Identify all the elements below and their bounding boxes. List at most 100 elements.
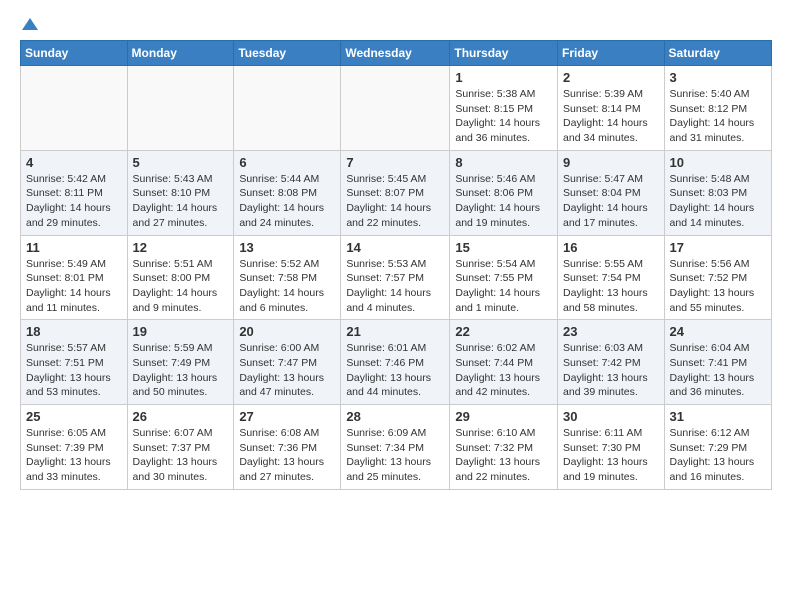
calendar-day-cell: 12Sunrise: 5:51 AMSunset: 8:00 PMDayligh… bbox=[127, 235, 234, 320]
day-info-text: Daylight: 13 hours and 19 minutes. bbox=[563, 455, 659, 484]
logo bbox=[20, 16, 38, 32]
day-info-text: Daylight: 14 hours and 6 minutes. bbox=[239, 286, 335, 315]
calendar-day-cell bbox=[21, 66, 128, 151]
day-info-text: Sunrise: 6:11 AM bbox=[563, 426, 659, 441]
day-number: 20 bbox=[239, 324, 335, 339]
day-info-text: Sunset: 8:06 PM bbox=[455, 186, 552, 201]
day-info-text: Daylight: 13 hours and 30 minutes. bbox=[133, 455, 229, 484]
calendar-day-cell: 27Sunrise: 6:08 AMSunset: 7:36 PMDayligh… bbox=[234, 405, 341, 490]
calendar-week-row: 25Sunrise: 6:05 AMSunset: 7:39 PMDayligh… bbox=[21, 405, 772, 490]
day-info-text: Sunrise: 6:04 AM bbox=[670, 341, 766, 356]
day-info-text: Daylight: 13 hours and 25 minutes. bbox=[346, 455, 444, 484]
day-info-text: Daylight: 14 hours and 24 minutes. bbox=[239, 201, 335, 230]
calendar-week-row: 4Sunrise: 5:42 AMSunset: 8:11 PMDaylight… bbox=[21, 150, 772, 235]
day-number: 22 bbox=[455, 324, 552, 339]
day-info-text: Sunrise: 6:00 AM bbox=[239, 341, 335, 356]
calendar-day-cell: 26Sunrise: 6:07 AMSunset: 7:37 PMDayligh… bbox=[127, 405, 234, 490]
day-info-text: Sunrise: 5:54 AM bbox=[455, 257, 552, 272]
day-info-text: Daylight: 13 hours and 55 minutes. bbox=[670, 286, 766, 315]
day-info-text: Daylight: 14 hours and 36 minutes. bbox=[455, 116, 552, 145]
day-info-text: Sunrise: 5:55 AM bbox=[563, 257, 659, 272]
calendar-day-cell: 21Sunrise: 6:01 AMSunset: 7:46 PMDayligh… bbox=[341, 320, 450, 405]
calendar-day-cell: 1Sunrise: 5:38 AMSunset: 8:15 PMDaylight… bbox=[450, 66, 558, 151]
day-info-text: Sunset: 7:46 PM bbox=[346, 356, 444, 371]
day-info-text: Sunrise: 5:59 AM bbox=[133, 341, 229, 356]
day-info-text: Sunset: 7:52 PM bbox=[670, 271, 766, 286]
day-info-text: Daylight: 14 hours and 27 minutes. bbox=[133, 201, 229, 230]
calendar-day-cell bbox=[127, 66, 234, 151]
day-info-text: Sunrise: 6:09 AM bbox=[346, 426, 444, 441]
day-info-text: Daylight: 14 hours and 31 minutes. bbox=[670, 116, 766, 145]
weekday-header: Monday bbox=[127, 41, 234, 66]
day-number: 12 bbox=[133, 240, 229, 255]
day-info-text: Daylight: 13 hours and 39 minutes. bbox=[563, 371, 659, 400]
day-info-text: Sunset: 8:01 PM bbox=[26, 271, 122, 286]
day-number: 15 bbox=[455, 240, 552, 255]
day-info-text: Sunset: 8:00 PM bbox=[133, 271, 229, 286]
weekday-header: Wednesday bbox=[341, 41, 450, 66]
day-info-text: Sunset: 7:54 PM bbox=[563, 271, 659, 286]
calendar-day-cell bbox=[234, 66, 341, 151]
day-number: 23 bbox=[563, 324, 659, 339]
calendar-day-cell: 14Sunrise: 5:53 AMSunset: 7:57 PMDayligh… bbox=[341, 235, 450, 320]
day-number: 25 bbox=[26, 409, 122, 424]
day-info-text: Daylight: 13 hours and 42 minutes. bbox=[455, 371, 552, 400]
day-number: 3 bbox=[670, 70, 766, 85]
day-number: 1 bbox=[455, 70, 552, 85]
day-info-text: Sunset: 8:12 PM bbox=[670, 102, 766, 117]
day-number: 21 bbox=[346, 324, 444, 339]
day-info-text: Daylight: 13 hours and 47 minutes. bbox=[239, 371, 335, 400]
calendar-day-cell: 22Sunrise: 6:02 AMSunset: 7:44 PMDayligh… bbox=[450, 320, 558, 405]
logo-icon bbox=[22, 16, 38, 32]
day-number: 8 bbox=[455, 155, 552, 170]
day-info-text: Sunset: 7:57 PM bbox=[346, 271, 444, 286]
calendar-day-cell: 3Sunrise: 5:40 AMSunset: 8:12 PMDaylight… bbox=[664, 66, 771, 151]
calendar-day-cell: 24Sunrise: 6:04 AMSunset: 7:41 PMDayligh… bbox=[664, 320, 771, 405]
day-info-text: Sunset: 7:29 PM bbox=[670, 441, 766, 456]
weekday-header: Friday bbox=[558, 41, 665, 66]
day-info-text: Sunset: 8:08 PM bbox=[239, 186, 335, 201]
calendar-day-cell: 7Sunrise: 5:45 AMSunset: 8:07 PMDaylight… bbox=[341, 150, 450, 235]
day-info-text: Daylight: 14 hours and 11 minutes. bbox=[26, 286, 122, 315]
day-info-text: Sunrise: 6:10 AM bbox=[455, 426, 552, 441]
day-info-text: Sunset: 8:15 PM bbox=[455, 102, 552, 117]
calendar-day-cell: 13Sunrise: 5:52 AMSunset: 7:58 PMDayligh… bbox=[234, 235, 341, 320]
calendar-header-row: SundayMondayTuesdayWednesdayThursdayFrid… bbox=[21, 41, 772, 66]
day-number: 7 bbox=[346, 155, 444, 170]
calendar-day-cell: 31Sunrise: 6:12 AMSunset: 7:29 PMDayligh… bbox=[664, 405, 771, 490]
day-number: 9 bbox=[563, 155, 659, 170]
day-info-text: Sunrise: 5:46 AM bbox=[455, 172, 552, 187]
day-info-text: Daylight: 13 hours and 22 minutes. bbox=[455, 455, 552, 484]
calendar-day-cell: 10Sunrise: 5:48 AMSunset: 8:03 PMDayligh… bbox=[664, 150, 771, 235]
day-info-text: Sunrise: 5:43 AM bbox=[133, 172, 229, 187]
day-info-text: Sunset: 7:51 PM bbox=[26, 356, 122, 371]
calendar-day-cell: 15Sunrise: 5:54 AMSunset: 7:55 PMDayligh… bbox=[450, 235, 558, 320]
day-info-text: Sunrise: 5:53 AM bbox=[346, 257, 444, 272]
day-number: 24 bbox=[670, 324, 766, 339]
calendar-day-cell: 30Sunrise: 6:11 AMSunset: 7:30 PMDayligh… bbox=[558, 405, 665, 490]
day-info-text: Sunset: 8:14 PM bbox=[563, 102, 659, 117]
day-info-text: Sunrise: 6:08 AM bbox=[239, 426, 335, 441]
day-number: 16 bbox=[563, 240, 659, 255]
day-info-text: Sunset: 7:58 PM bbox=[239, 271, 335, 286]
day-number: 27 bbox=[239, 409, 335, 424]
calendar-day-cell: 4Sunrise: 5:42 AMSunset: 8:11 PMDaylight… bbox=[21, 150, 128, 235]
day-info-text: Sunrise: 5:49 AM bbox=[26, 257, 122, 272]
day-info-text: Sunrise: 5:47 AM bbox=[563, 172, 659, 187]
day-info-text: Sunset: 7:44 PM bbox=[455, 356, 552, 371]
calendar-day-cell: 19Sunrise: 5:59 AMSunset: 7:49 PMDayligh… bbox=[127, 320, 234, 405]
day-info-text: Daylight: 13 hours and 33 minutes. bbox=[26, 455, 122, 484]
weekday-header: Tuesday bbox=[234, 41, 341, 66]
day-number: 13 bbox=[239, 240, 335, 255]
day-info-text: Sunrise: 6:03 AM bbox=[563, 341, 659, 356]
calendar-day-cell: 11Sunrise: 5:49 AMSunset: 8:01 PMDayligh… bbox=[21, 235, 128, 320]
day-info-text: Daylight: 13 hours and 16 minutes. bbox=[670, 455, 766, 484]
day-info-text: Sunset: 7:55 PM bbox=[455, 271, 552, 286]
day-info-text: Sunrise: 5:42 AM bbox=[26, 172, 122, 187]
calendar-day-cell: 6Sunrise: 5:44 AMSunset: 8:08 PMDaylight… bbox=[234, 150, 341, 235]
header bbox=[20, 16, 772, 32]
calendar-day-cell: 5Sunrise: 5:43 AMSunset: 8:10 PMDaylight… bbox=[127, 150, 234, 235]
day-info-text: Sunrise: 6:07 AM bbox=[133, 426, 229, 441]
calendar-week-row: 11Sunrise: 5:49 AMSunset: 8:01 PMDayligh… bbox=[21, 235, 772, 320]
day-info-text: Daylight: 14 hours and 17 minutes. bbox=[563, 201, 659, 230]
